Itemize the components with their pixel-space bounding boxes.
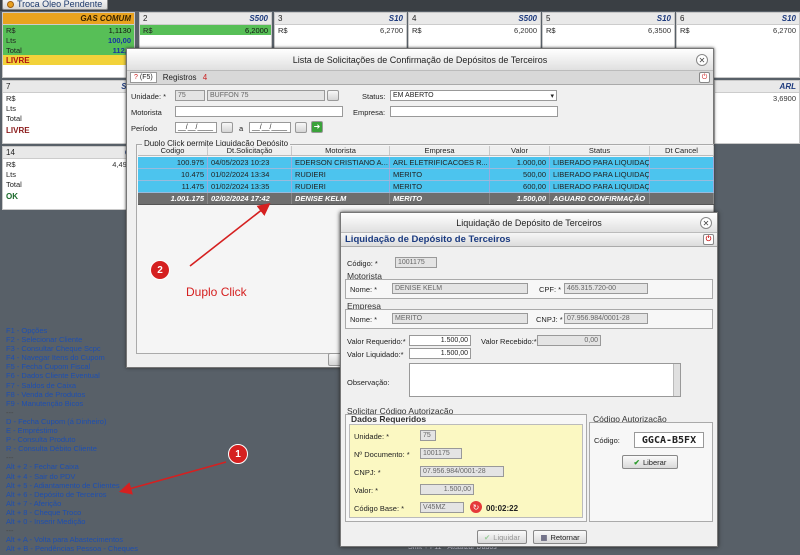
duplo-click-annotation: Duplo Click bbox=[186, 285, 247, 299]
annotation-2: 2 bbox=[150, 260, 170, 280]
arrow-to-shortcut bbox=[118, 461, 227, 495]
annotation-1: 1 bbox=[228, 444, 248, 464]
arrow-to-row bbox=[189, 203, 271, 267]
annotation-arrows bbox=[118, 203, 271, 495]
